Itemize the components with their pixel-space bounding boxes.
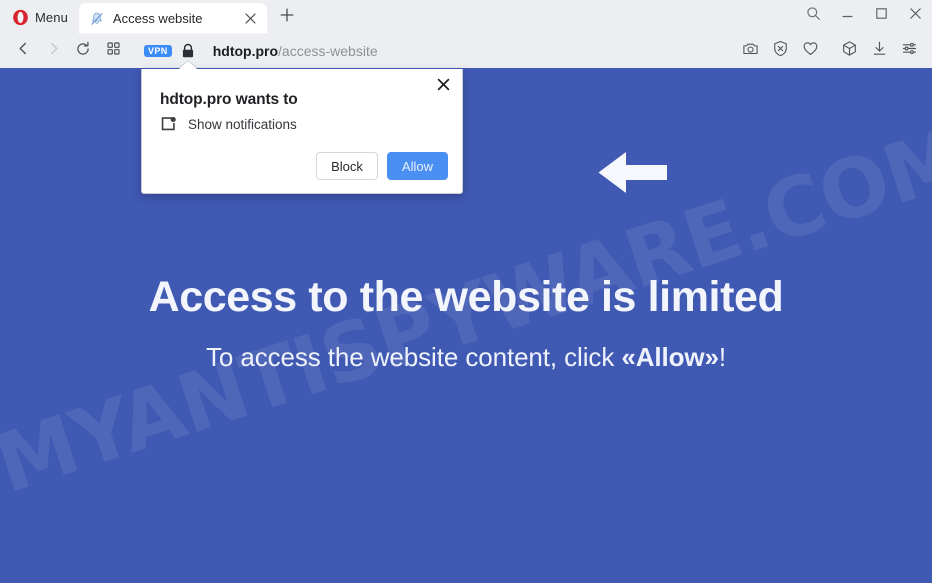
heart-favorites-icon (802, 40, 819, 62)
plus-icon (280, 8, 294, 27)
tab-islands-icon (106, 41, 121, 61)
web-page-content: MYANTISPYWARE.COM Access to the website … (0, 68, 932, 583)
notification-bell-icon (160, 116, 188, 133)
dialog-pointer-triangle (179, 61, 197, 69)
window-close-button[interactable] (898, 1, 932, 31)
permission-label: Show notifications (188, 117, 297, 132)
new-tab-button[interactable] (273, 3, 301, 31)
arrow-left-icon (598, 151, 668, 194)
back-button[interactable] (8, 37, 38, 65)
window-minimize-button[interactable] (830, 1, 864, 31)
snapshot-camera-icon (742, 40, 759, 62)
lock-icon[interactable] (181, 43, 213, 59)
ad-blocker-shield-icon (772, 40, 789, 62)
easy-setup-button[interactable] (895, 37, 924, 65)
notification-permission-dialog: hdtop.pro wants to Show notifications Bl… (141, 61, 463, 194)
window-maximize-button[interactable] (864, 1, 898, 31)
dialog-title: hdtop.pro wants to (160, 91, 298, 108)
tab-access-website[interactable]: Access website (78, 3, 267, 34)
subline-emphasis: «Allow» (621, 342, 719, 372)
opera-menu-label: Menu (35, 9, 68, 25)
forward-button[interactable] (38, 37, 68, 65)
window-search-button[interactable] (796, 1, 830, 31)
browser-window: Menu Access website VPN hdtop.pro/access… (0, 0, 932, 583)
url-text[interactable]: hdtop.pro/access-website (213, 43, 378, 59)
opera-menu-button[interactable]: Menu (4, 3, 77, 31)
dialog-actions: Block Allow (316, 152, 448, 180)
downloads-button[interactable] (865, 37, 894, 65)
search-icon (806, 6, 821, 26)
snapshot-button[interactable] (736, 37, 765, 65)
navigation-bar: VPN hdtop.pro/access-website (0, 34, 932, 68)
close-window-icon (909, 7, 922, 25)
block-button[interactable]: Block (316, 152, 378, 180)
favorites-button[interactable] (796, 37, 825, 65)
opera-logo-icon (12, 9, 29, 26)
url-path: /access-website (278, 43, 378, 59)
browser-chrome: Menu Access website VPN hdtop.pro/access… (0, 0, 932, 68)
downloads-icon (871, 40, 888, 62)
subline-suffix: ! (718, 342, 727, 372)
minimize-icon (841, 7, 854, 25)
allow-button[interactable]: Allow (386, 152, 448, 180)
reload-icon (75, 41, 91, 62)
page-subline: To access the website content, click «Al… (0, 342, 932, 373)
window-controls (796, 0, 932, 34)
easy-setup-sliders-icon (901, 40, 918, 62)
bell-slash-favicon-icon (89, 11, 113, 27)
permission-request-row: Show notifications (160, 116, 297, 133)
vpn-badge[interactable]: VPN (144, 45, 172, 57)
maximize-icon (875, 7, 888, 25)
tab-title: Access website (112, 11, 203, 26)
forward-icon (46, 41, 61, 61)
dialog-close-button[interactable] (432, 76, 454, 98)
ad-blocker-button[interactable] (766, 37, 795, 65)
tab-close-icon[interactable] (241, 9, 261, 29)
close-icon (437, 78, 450, 96)
page-headline: Access to the website is limited (148, 273, 784, 321)
browser-toolbar-right (735, 37, 932, 65)
subline-prefix: To access the website content, click (205, 342, 622, 372)
tab-islands-button[interactable] (98, 37, 128, 65)
crypto-wallet-cube-icon (841, 40, 858, 62)
tab-strip: Menu Access website (0, 0, 932, 34)
reload-button[interactable] (68, 37, 98, 65)
crypto-wallet-button[interactable] (835, 37, 864, 65)
address-bar[interactable]: VPN hdtop.pro/access-website (138, 37, 735, 65)
url-host: hdtop.pro (212, 43, 279, 59)
back-icon (16, 41, 31, 61)
